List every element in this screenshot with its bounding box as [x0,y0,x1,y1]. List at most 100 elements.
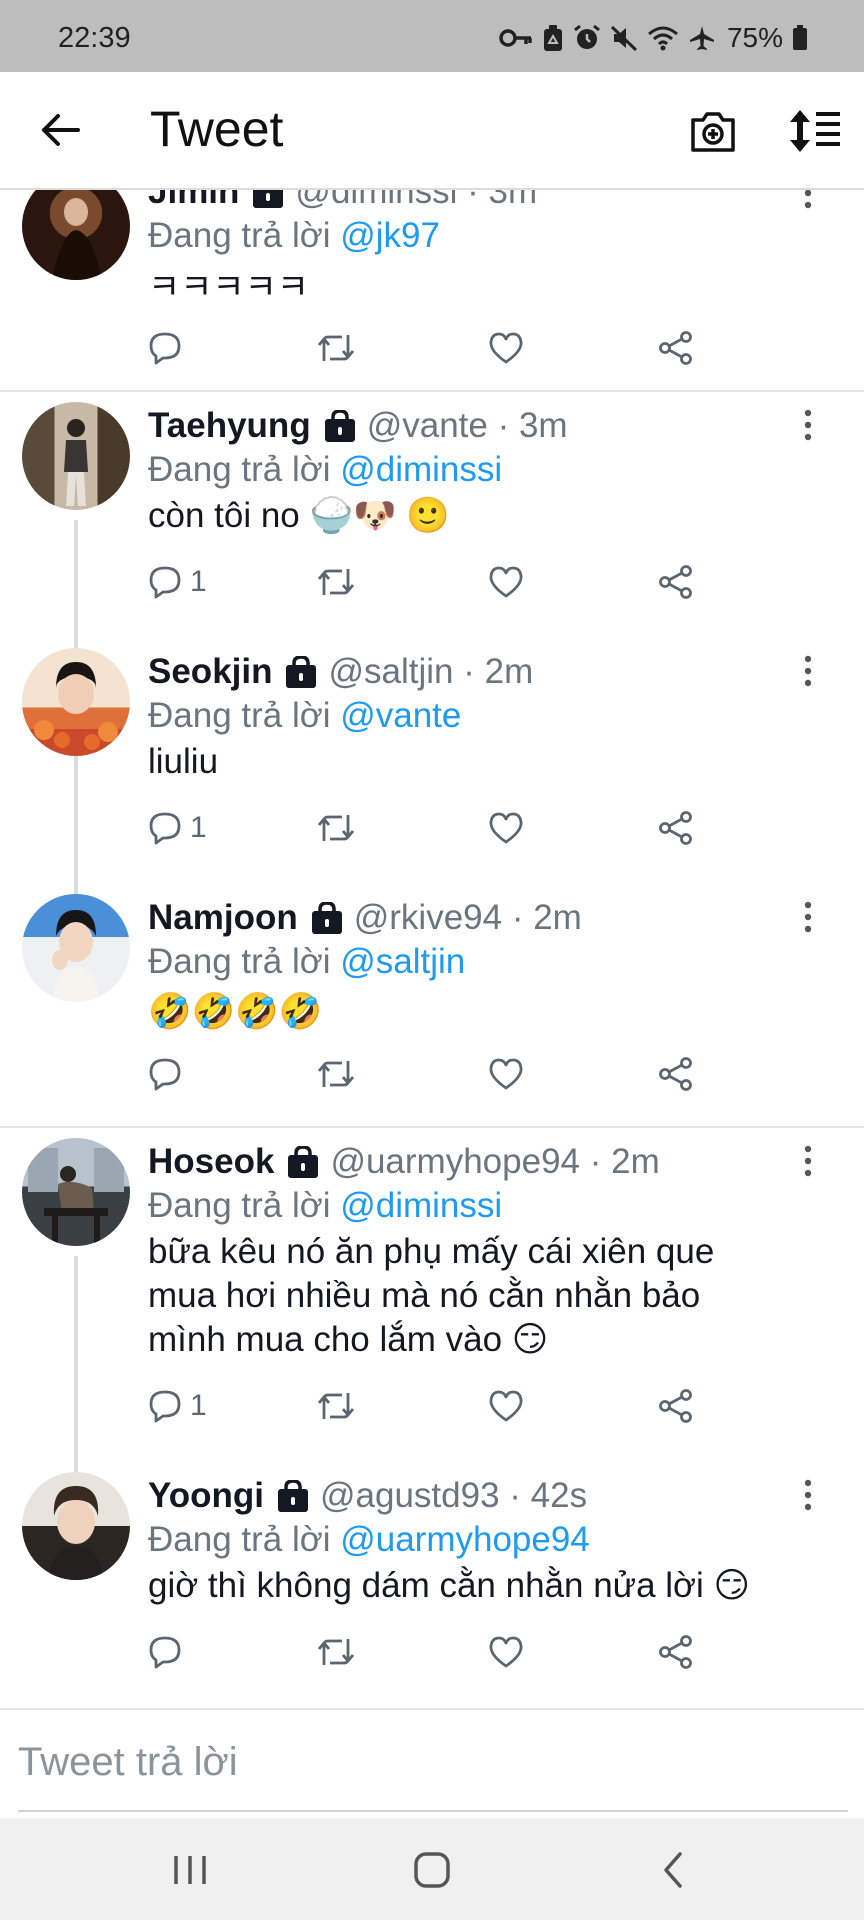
reply-button[interactable]: 1 [148,1386,207,1426]
share-button[interactable] [658,1632,694,1672]
avatar[interactable] [22,190,130,280]
like-button[interactable] [488,328,524,368]
tweet-time: 2m [484,652,534,691]
like-button[interactable] [488,808,524,848]
back-icon[interactable] [650,1848,698,1892]
retweet-button[interactable] [316,1386,356,1426]
more-options-icon[interactable] [798,1144,818,1178]
reply-mention[interactable]: @diminssi [340,1186,502,1225]
retweet-button[interactable] [316,1054,356,1094]
retweet-button[interactable] [316,1632,356,1672]
reply-button[interactable] [148,1054,190,1094]
tweet-item[interactable]: Taehyung @vante · 3m Đang trả lời @dimin… [0,402,864,648]
reply-label: Đang trả lời [148,942,331,981]
display-name[interactable]: Namjoon [148,898,298,938]
share-icon [659,331,692,365]
system-nav-bar [0,1818,864,1920]
tweet-actions [148,328,708,368]
tweet-text-line: mình mua cho lắm vào 😏 [148,1320,549,1359]
tweet-text: 🤣🤣🤣🤣 [148,992,323,1031]
display-name[interactable]: Seokjin [148,652,272,692]
avatar[interactable] [22,894,130,1002]
tweet-actions: 1 [148,562,708,602]
reply-label: Đang trả lời [148,1186,331,1225]
alarm-icon [574,24,600,49]
user-handle: @uarmyhope94 [330,1142,581,1181]
tweet-item[interactable]: Hoseok @uarmyhope94 · 2m Đang trả lời @d… [0,1138,864,1472]
back-arrow-icon[interactable] [36,106,84,154]
retweet-icon [317,569,355,595]
avatar[interactable] [22,1472,130,1580]
reply-icon [149,1058,181,1091]
reply-button[interactable] [148,1632,190,1672]
avatar[interactable] [22,1138,130,1246]
reply-composer [0,1708,864,1818]
heart-icon [489,812,523,844]
home-icon[interactable] [408,1848,456,1892]
tweet-text: giờ thì không dám cằn nhằn nửa lời 😏 [148,1566,750,1605]
reply-button[interactable]: 1 [148,562,207,602]
avatar[interactable] [22,402,130,510]
retweet-button[interactable] [316,562,356,602]
reply-mention[interactable]: @vante [340,696,461,735]
reply-mention[interactable]: @jk97 [340,216,440,255]
more-options-icon[interactable] [798,900,818,934]
share-button[interactable] [658,1054,694,1094]
reply-icon [149,1390,181,1423]
separator-dot: · [487,406,519,445]
app-header: Tweet [0,72,864,190]
heart-icon [489,1058,523,1090]
display-name[interactable]: Hoseok [148,1142,274,1182]
reply-icon [149,812,181,845]
tweet-actions: 1 [148,1386,708,1426]
more-options-icon[interactable] [798,190,818,210]
tweet-time: 2m [533,898,582,937]
user-handle: @diminssi [295,190,458,211]
more-options-icon[interactable] [798,408,818,442]
like-button[interactable] [488,1386,524,1426]
tweet-text: ㅋㅋㅋㅋㅋ [148,268,310,307]
reply-label: Đang trả lời [148,450,331,489]
display-name[interactable]: Jimin [148,190,239,212]
tweet-item[interactable]: Yoongi @agustd93 · 42s Đang trả lời @uar… [0,1472,864,1704]
retweet-button[interactable] [316,808,356,848]
user-handle: @agustd93 [320,1476,500,1515]
retweet-button[interactable] [316,328,356,368]
camera-icon[interactable] [688,106,738,156]
share-button[interactable] [658,562,694,602]
recycle-bin-icon [543,25,562,51]
reply-button[interactable]: 1 [148,808,207,848]
reply-count: 1 [190,811,207,844]
reply-mention[interactable]: @saltjin [340,942,465,981]
tweet-header: Namjoon @rkive94 · 2m [148,896,582,940]
lock-icon [288,1146,319,1178]
share-button[interactable] [658,1386,694,1426]
sort-icon[interactable] [786,106,842,156]
tweet-time: 3m [488,190,538,211]
display-name[interactable]: Taehyung [148,406,311,446]
reply-context: Đang trả lời @saltjin [148,942,465,982]
reply-count: 1 [190,1389,207,1422]
like-button[interactable] [488,562,524,602]
more-options-icon[interactable] [798,654,818,688]
reply-mention[interactable]: @uarmyhope94 [340,1520,590,1559]
share-button[interactable] [658,328,694,368]
tweet-list[interactable]: Jimin @diminssi · 3m Đang trả lời @jk97 … [0,190,864,1707]
like-button[interactable] [488,1054,524,1094]
reply-button[interactable] [148,328,190,368]
avatar[interactable] [22,648,130,756]
tweet-item[interactable]: Seokjin @saltjin · 2m Đang trả lời @vant… [0,648,864,894]
reply-mention[interactable]: @diminssi [340,450,502,489]
battery-percent: 75% [726,22,783,53]
tweet-item[interactable]: Jimin @diminssi · 3m Đang trả lời @jk97 … [0,190,864,384]
display-name[interactable]: Yoongi [148,1476,264,1516]
lock-icon [324,410,355,442]
retweet-icon [317,1639,355,1665]
share-button[interactable] [658,808,694,848]
tweet-item[interactable]: Namjoon @rkive94 · 2m Đang trả lời @salt… [0,894,864,1128]
more-options-icon[interactable] [798,1478,818,1512]
recent-apps-icon[interactable] [166,1848,214,1892]
like-button[interactable] [488,1632,524,1672]
separator-dot: · [499,1476,531,1515]
reply-input[interactable] [18,1732,848,1792]
